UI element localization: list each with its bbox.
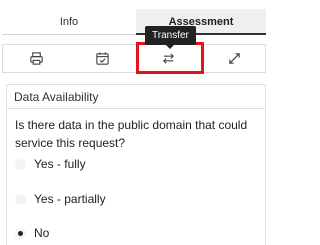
- expand-button[interactable]: [201, 45, 267, 72]
- option-label: Yes - partially: [34, 192, 106, 206]
- option-yes-partially[interactable]: Yes - partially: [15, 190, 106, 208]
- option-yes-fully[interactable]: Yes - fully: [15, 155, 86, 173]
- printer-icon: [29, 52, 43, 65]
- toolbar: [2, 44, 266, 73]
- radio-button[interactable]: [15, 193, 26, 205]
- data-availability-section: Data Availability Is there data in the p…: [6, 84, 266, 245]
- print-button[interactable]: [3, 45, 69, 72]
- question-text: Is there data in the public domain that …: [15, 118, 248, 150]
- assessment-panel-app: Info Assessment Transfer Data Availabili…: [0, 0, 270, 245]
- option-label: Yes - fully: [34, 157, 86, 171]
- tab-bar: Info Assessment: [0, 9, 270, 35]
- option-no[interactable]: No: [15, 224, 49, 242]
- schedule-button[interactable]: [69, 45, 135, 72]
- expand-icon: [228, 53, 240, 64]
- transfer-tooltip: Transfer: [145, 26, 196, 49]
- tab-info[interactable]: Info: [2, 9, 136, 35]
- calendar-check-icon: [95, 52, 109, 65]
- section-title: Data Availability: [7, 85, 265, 109]
- radio-button-selected[interactable]: [15, 227, 26, 239]
- radio-button[interactable]: [15, 158, 26, 170]
- option-label: No: [34, 226, 50, 240]
